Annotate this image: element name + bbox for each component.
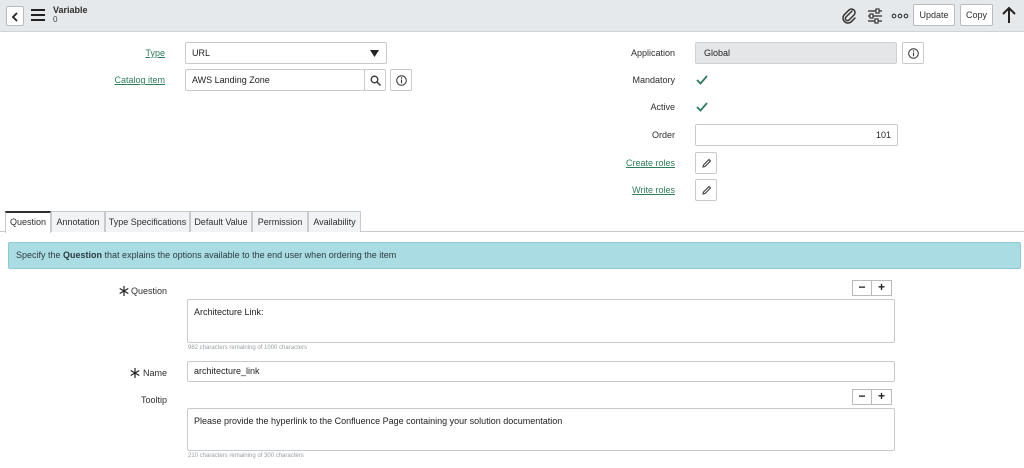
pencil-icon [702,185,712,195]
minus-icon: − [858,389,866,403]
info-banner: Specify the Question that explains the o… [8,242,1021,269]
pencil-icon [702,158,712,168]
type-select[interactable]: URL [185,42,387,64]
tab-annotation[interactable]: Annotation [51,211,105,232]
application-info-button[interactable] [902,42,924,64]
name-label: Name [142,368,167,378]
question-collapse-button[interactable]: − [852,280,872,296]
plus-icon: + [877,389,885,403]
more-options-icon[interactable] [891,7,909,25]
tab-permission[interactable]: Permission [252,211,308,232]
catalog-item-info-button[interactable] [390,69,412,91]
record-number: 0 [53,15,58,24]
banner-text-prefix: Specify the [16,250,64,260]
catalog-item-input[interactable]: AWS Landing Zone [185,69,365,91]
search-icon [370,75,381,86]
hamburger-menu-icon[interactable] [31,9,45,21]
tooltip-textarea[interactable]: Please provide the hyperlink to the Conf… [187,408,895,451]
write-roles-label[interactable]: Write roles [600,184,675,196]
order-label: Order [651,130,675,140]
copy-button[interactable]: Copy [960,4,993,26]
tooltip-expand-button[interactable]: + [872,389,892,405]
active-checkbox[interactable] [695,100,709,114]
question-char-counter: 982 characters remaining of 1000 charact… [188,345,308,351]
question-textarea[interactable]: Architecture Link: [187,299,895,343]
type-label[interactable]: Type [100,47,165,59]
back-button[interactable] [6,6,24,26]
catalog-item-lookup-button[interactable] [364,69,386,91]
create-roles-label[interactable]: Create roles [600,157,675,169]
banner-text-bold: Question [63,250,103,260]
minus-icon: − [858,280,866,294]
tab-availability[interactable]: Availability [308,211,361,232]
application-label: Application [630,48,675,58]
record-title: Variable [53,5,88,15]
plus-icon: + [877,280,885,294]
tab-default-value[interactable]: Default Value [190,211,252,232]
record-header: Variable 0 Update Copy [0,0,1024,32]
application-field: Global [695,42,897,64]
mandatory-checkbox[interactable] [695,73,709,87]
tab-question[interactable]: Question [5,211,51,233]
update-button[interactable]: Update [913,4,955,26]
catalog-item-label[interactable]: Catalog item [100,74,165,86]
question-label: Question [130,286,167,296]
tooltip-char-counter: 210 characters remaining of 300 characte… [188,453,304,459]
order-input[interactable]: 101 [695,124,898,146]
arrow-up-icon[interactable] [1000,6,1018,24]
sliders-icon[interactable] [866,7,884,25]
question-expand-button[interactable]: + [872,280,892,296]
tooltip-label: Tooltip [140,395,167,405]
info-icon [396,75,407,86]
chevron-left-icon [11,12,18,22]
caret-down-icon [370,50,379,57]
banner-text-suffix: that explains the options available to t… [102,250,397,260]
tab-type-specifications[interactable]: Type Specifications [105,211,190,232]
write-roles-edit-button[interactable] [695,179,717,201]
type-select-value: URL [192,48,211,58]
tooltip-collapse-button[interactable]: − [852,389,872,405]
info-icon [908,48,919,59]
active-label: Active [650,102,675,112]
mandatory-label: Mandatory [632,75,675,85]
paperclip-icon[interactable] [840,7,858,25]
create-roles-edit-button[interactable] [695,152,717,174]
name-input[interactable]: architecture_link [187,361,895,382]
